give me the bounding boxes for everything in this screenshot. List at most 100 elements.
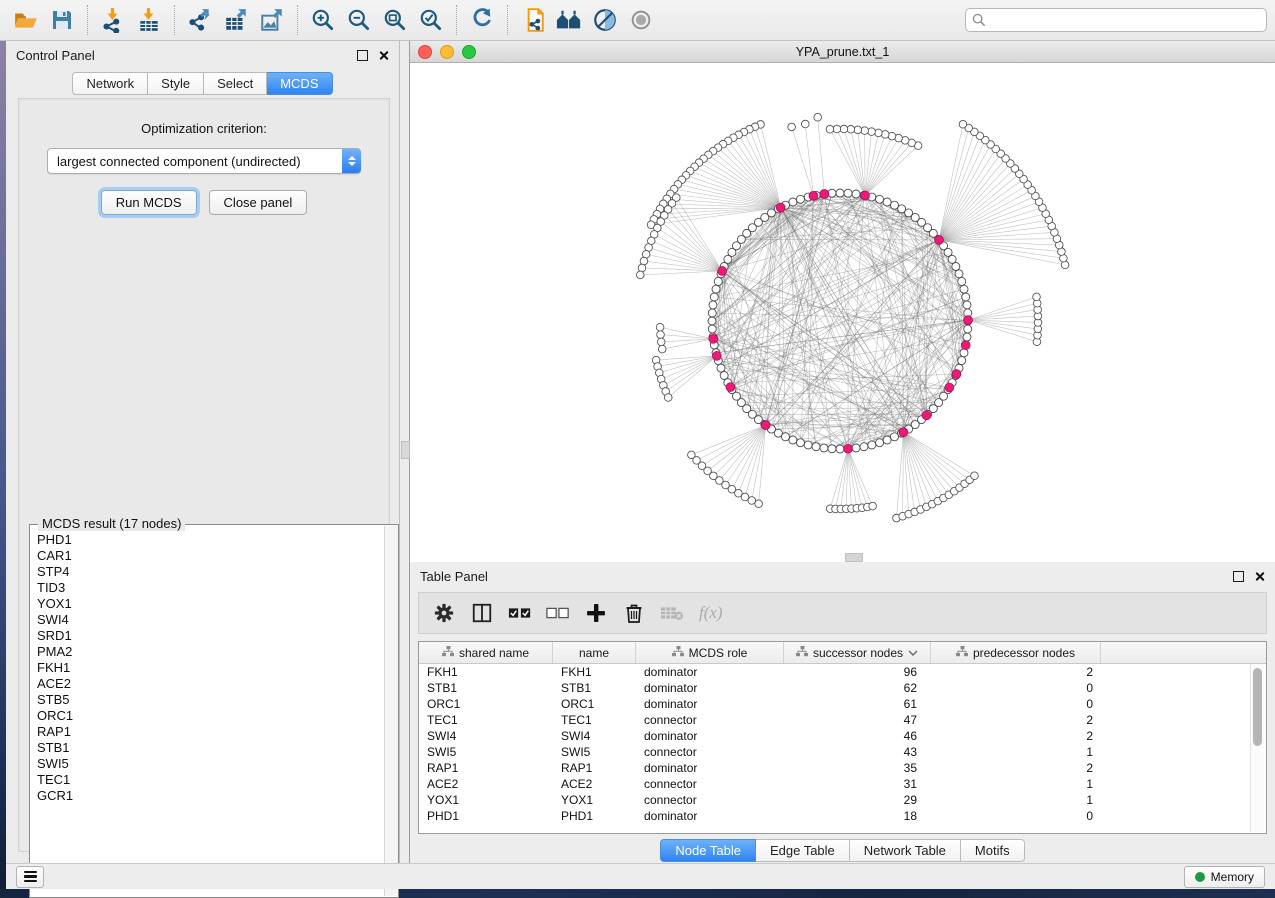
network-node[interactable] <box>828 189 836 197</box>
network-leaf-node[interactable] <box>840 125 848 133</box>
result-node-item[interactable]: STB1 <box>37 740 384 756</box>
mcds-hub-node[interactable] <box>945 383 954 392</box>
tab-motifs[interactable]: Motifs <box>961 839 1025 862</box>
task-history-button[interactable] <box>16 866 44 888</box>
result-node-item[interactable]: GCR1 <box>37 788 384 804</box>
network-node[interactable] <box>712 285 720 293</box>
float-panel-icon[interactable] <box>357 50 368 61</box>
delete-table-button[interactable] <box>657 598 687 628</box>
network-leaf-node[interactable] <box>868 128 876 136</box>
network-node[interactable] <box>812 443 820 451</box>
table-row[interactable]: RAP1RAP1dominator352 <box>419 760 1266 776</box>
close-panel-button[interactable]: Close panel <box>209 190 308 215</box>
mcds-hub-node[interactable] <box>899 428 908 437</box>
mcds-hub-node[interactable] <box>961 341 970 350</box>
zoom-out-button[interactable] <box>344 5 374 35</box>
table-row[interactable]: ORC1ORC1dominator610 <box>419 696 1266 712</box>
network-node[interactable] <box>860 443 868 451</box>
network-node[interactable] <box>717 364 725 372</box>
network-node[interactable] <box>782 433 790 441</box>
table-row[interactable]: SWI5SWI5connector431 <box>419 744 1266 760</box>
network-node[interactable] <box>708 317 716 325</box>
network-node[interactable] <box>964 325 972 333</box>
network-leaf-node[interactable] <box>861 127 869 135</box>
network-node[interactable] <box>868 441 876 449</box>
network-node[interactable] <box>958 277 966 285</box>
network-node[interactable] <box>796 439 804 447</box>
splitter-handle[interactable] <box>401 441 410 459</box>
mcds-hub-node[interactable] <box>844 444 853 453</box>
network-node[interactable] <box>876 439 884 447</box>
network-leaf-node[interactable] <box>854 126 862 134</box>
select-all-button[interactable] <box>505 598 535 628</box>
network-node[interactable] <box>789 198 797 206</box>
export-network-button[interactable] <box>185 5 215 35</box>
mcds-hub-node[interactable] <box>776 203 785 212</box>
export-image-button[interactable] <box>257 5 287 35</box>
network-leaf-node[interactable] <box>755 500 763 508</box>
network-node[interactable] <box>963 301 971 309</box>
column-header-MCDS-role[interactable]: MCDS role <box>636 642 784 663</box>
network-node[interactable] <box>960 349 968 357</box>
zoom-in-button[interactable] <box>308 5 338 35</box>
result-node-item[interactable]: YOX1 <box>37 596 384 612</box>
tab-node-table[interactable]: Node Table <box>660 839 756 862</box>
horizontal-splitter[interactable] <box>410 552 1275 562</box>
close-window-button[interactable] <box>418 45 432 59</box>
result-node-item[interactable]: RAP1 <box>37 724 384 740</box>
network-node[interactable] <box>883 436 891 444</box>
network-leaf-node[interactable] <box>656 323 664 331</box>
network-window-titlebar[interactable]: YPA_prune.txt_1 <box>410 41 1275 63</box>
result-node-item[interactable]: CAR1 <box>37 548 384 564</box>
table-mode-button[interactable] <box>429 598 459 628</box>
network-node[interactable] <box>852 190 860 198</box>
splitter-handle[interactable] <box>845 553 863 562</box>
network-leaf-node[interactable] <box>801 120 809 128</box>
network-graph-canvas[interactable] <box>410 63 1275 552</box>
minimize-window-button[interactable] <box>440 45 454 59</box>
open-file-button[interactable] <box>11 5 41 35</box>
export-table-button[interactable] <box>221 5 251 35</box>
network-node[interactable] <box>890 201 898 209</box>
network-leaf-node[interactable] <box>664 394 672 402</box>
network-node[interactable] <box>963 333 971 341</box>
network-node[interactable] <box>883 198 891 206</box>
mcds-hub-node[interactable] <box>709 334 718 343</box>
network-node[interactable] <box>962 293 970 301</box>
network-leaf-node[interactable] <box>869 502 877 510</box>
function-builder-button[interactable]: f(x) <box>695 598 727 628</box>
result-node-item[interactable]: SRD1 <box>37 628 384 644</box>
float-panel-icon[interactable] <box>1233 571 1244 582</box>
table-scrollbar[interactable] <box>1250 664 1265 832</box>
network-leaf-node[interactable] <box>847 126 855 134</box>
network-leaf-node[interactable] <box>788 123 796 131</box>
result-node-item[interactable]: PMA2 <box>37 644 384 660</box>
vertical-splitter[interactable] <box>400 41 410 863</box>
create-column-button[interactable] <box>581 598 611 628</box>
refresh-layout-button[interactable] <box>467 5 497 35</box>
import-network-button[interactable] <box>98 5 128 35</box>
table-row[interactable]: STB1STB1dominator620 <box>419 680 1266 696</box>
network-leaf-node[interactable] <box>959 120 967 128</box>
tab-network[interactable]: Network <box>72 72 148 95</box>
network-node[interactable] <box>852 444 860 452</box>
deselect-all-button[interactable] <box>543 598 573 628</box>
tab-style[interactable]: Style <box>148 72 204 95</box>
close-panel-icon[interactable] <box>378 50 389 61</box>
result-node-item[interactable]: TID3 <box>37 580 384 596</box>
table-row[interactable]: YOX1YOX1connector291 <box>419 792 1266 808</box>
network-node[interactable] <box>836 445 844 453</box>
import-table-button[interactable] <box>134 5 164 35</box>
network-node[interactable] <box>844 189 852 197</box>
mcds-hub-node[interactable] <box>820 190 829 199</box>
mcds-hub-node[interactable] <box>861 191 870 200</box>
network-node[interactable] <box>804 441 812 449</box>
search-input[interactable] <box>965 8 1267 32</box>
network-node[interactable] <box>709 301 717 309</box>
network-leaf-node[interactable] <box>636 271 644 279</box>
zoom-fit-button[interactable] <box>380 5 410 35</box>
network-leaf-node[interactable] <box>638 264 646 272</box>
tab-network-table[interactable]: Network Table <box>850 839 961 862</box>
first-neighbors-button[interactable] <box>554 5 584 35</box>
column-header-predecessor-nodes[interactable]: predecessor nodes <box>931 642 1101 663</box>
